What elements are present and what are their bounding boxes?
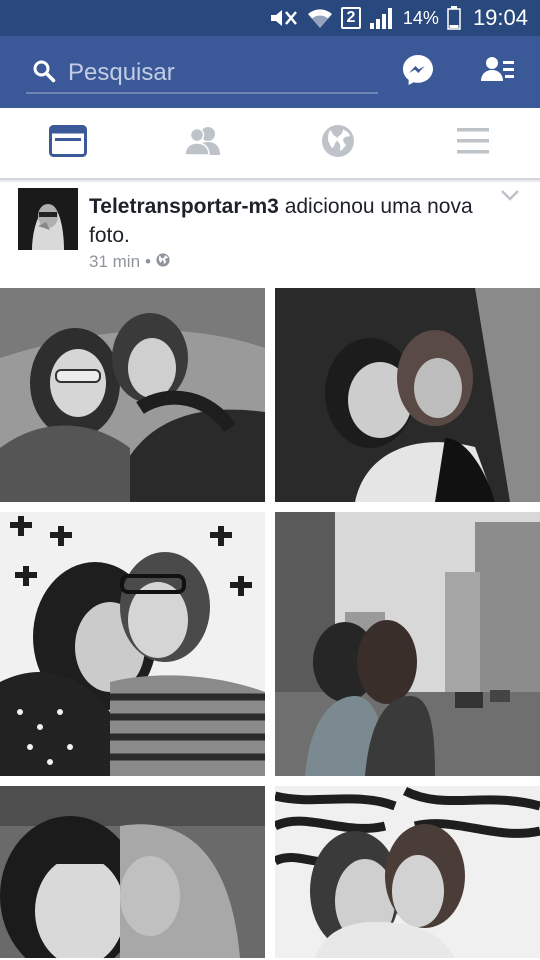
battery-percent: 14% (402, 7, 439, 28)
battery-icon (447, 6, 461, 30)
post-meta: 31 min • (89, 252, 170, 272)
tab-friends[interactable] (135, 108, 270, 178)
avatar[interactable] (18, 188, 78, 250)
post-photo[interactable] (275, 512, 540, 776)
post-timestamp[interactable]: 31 min (89, 252, 140, 272)
signal-icon (369, 7, 395, 29)
status-bar: 2 14% 19:04 (0, 0, 540, 36)
menu-icon (456, 127, 490, 160)
clock: 19:04 (472, 5, 528, 30)
mute-icon (269, 8, 299, 28)
tab-news-feed[interactable] (0, 108, 135, 178)
post-header: Teletransportar-m3 adicionou uma nova fo… (0, 182, 540, 286)
post-photo[interactable] (275, 786, 540, 958)
friends-icon (183, 125, 222, 162)
friend-requests-button[interactable] (478, 54, 518, 90)
post-text: Teletransportar-m3 adicionou uma nova fo… (89, 192, 489, 250)
search-input[interactable] (68, 59, 358, 87)
post-photo[interactable] (275, 288, 540, 502)
news-feed-icon (48, 124, 87, 162)
friend-requests-icon (481, 55, 515, 90)
wifi-icon (307, 7, 333, 29)
globe-icon (321, 124, 355, 163)
meta-separator: • (145, 252, 151, 271)
search-icon (26, 59, 56, 88)
post-options-chevron-icon[interactable] (500, 188, 520, 207)
tab-notifications[interactable] (270, 108, 405, 178)
sim-icon: 2 (340, 7, 361, 29)
search-field[interactable] (26, 54, 378, 94)
privacy-globe-icon (156, 252, 170, 272)
messenger-icon (401, 53, 435, 92)
post-photo[interactable] (0, 288, 265, 502)
tab-menu[interactable] (405, 108, 540, 178)
messenger-button[interactable] (398, 54, 438, 90)
tab-bar (0, 108, 540, 180)
feed-post: Teletransportar-m3 adicionou uma nova fo… (0, 182, 540, 960)
search-header (0, 36, 540, 108)
post-author[interactable]: Teletransportar-m3 (89, 195, 279, 218)
post-photo[interactable] (0, 512, 265, 776)
post-photo[interactable] (0, 786, 265, 958)
